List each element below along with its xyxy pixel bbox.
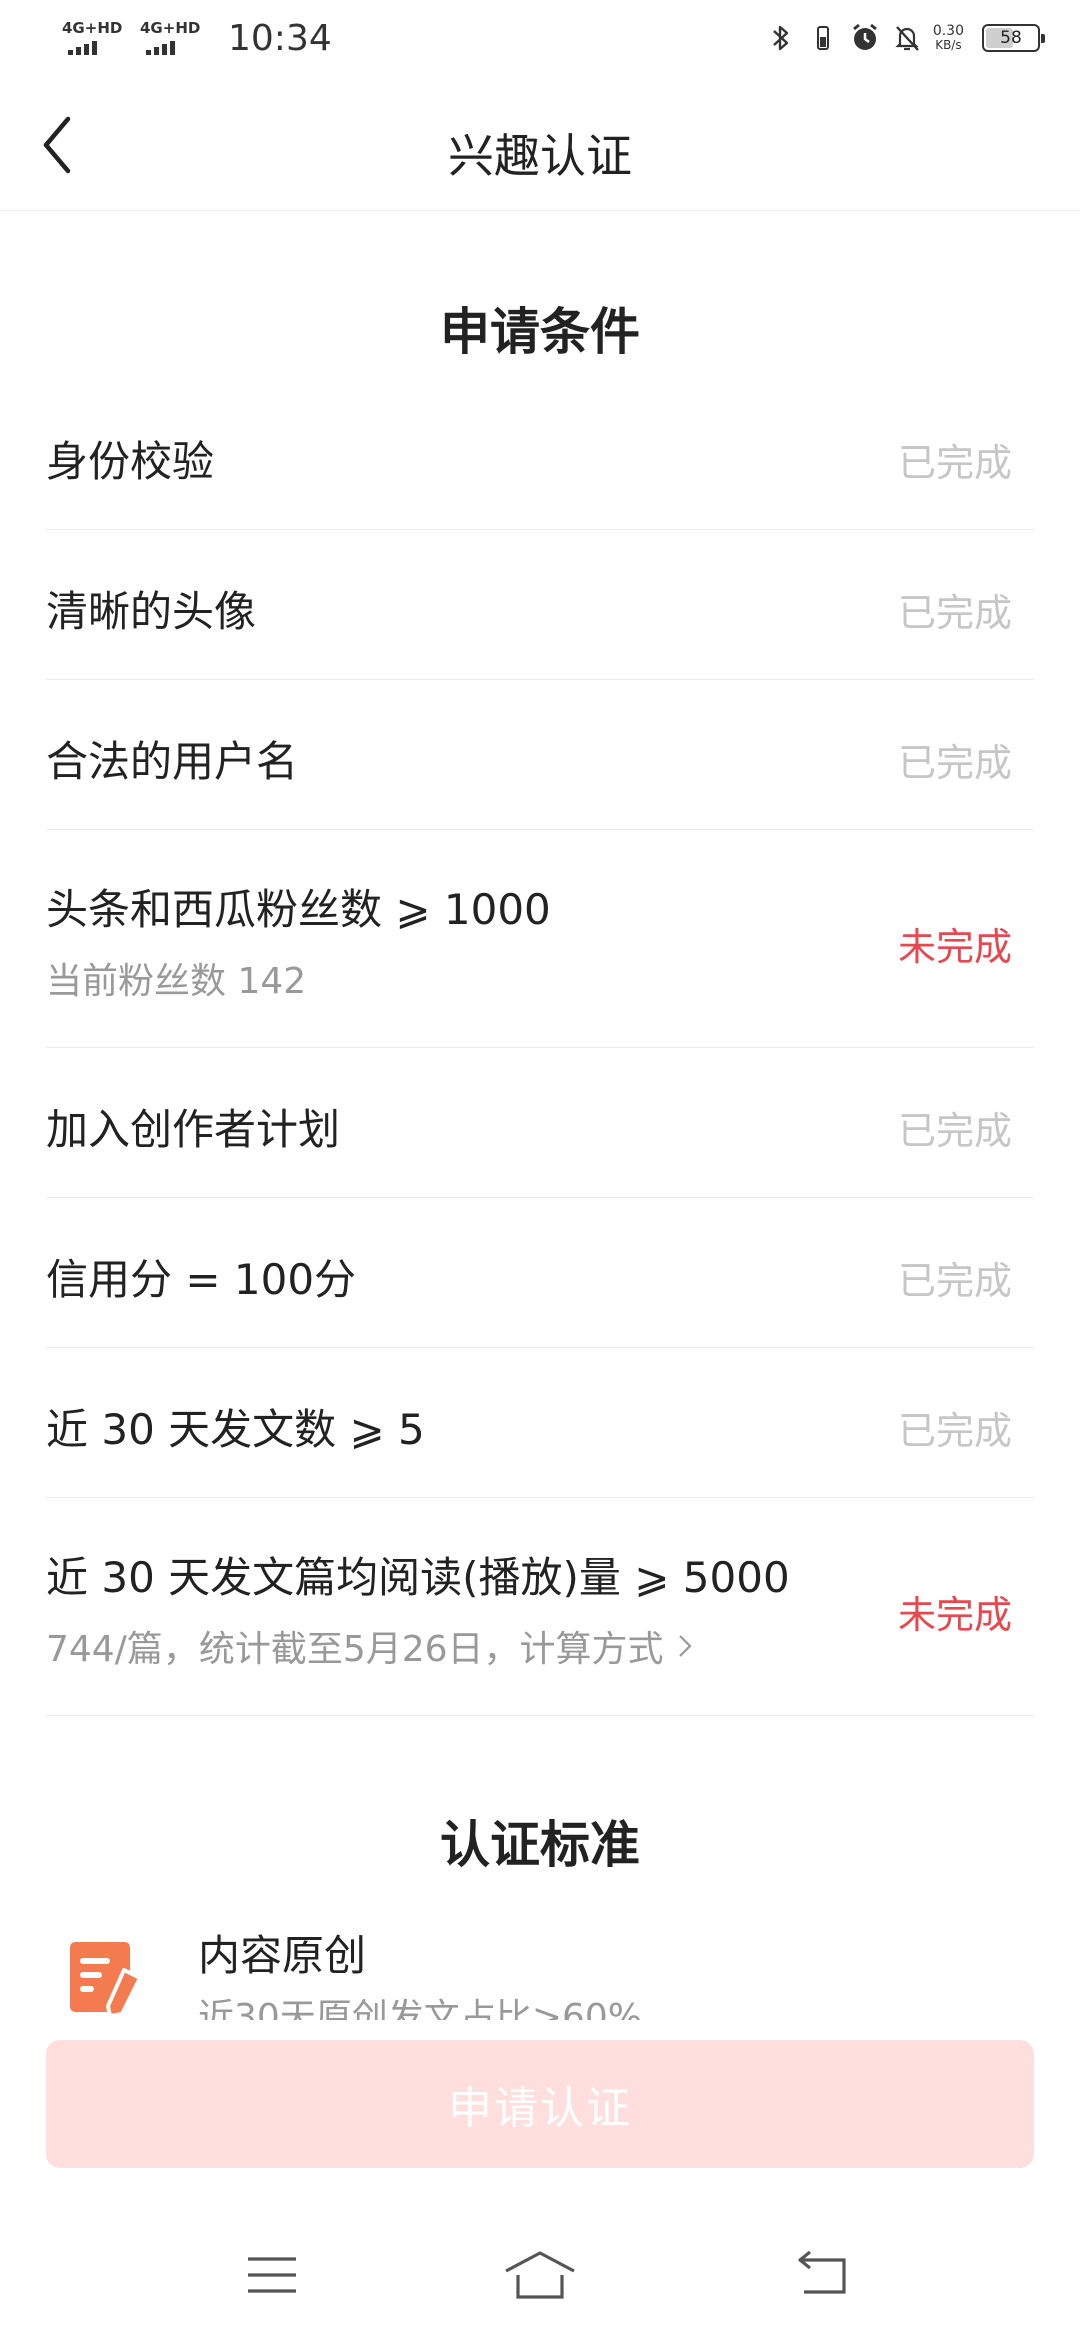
condition-label: 近 30 天发文篇均阅读(播放)量 ⩾ 5000 [46, 1553, 790, 1602]
condition-label: 近 30 天发文数 ⩾ 5 [46, 1405, 425, 1454]
condition-status: 未完成 [897, 925, 1012, 969]
condition-status: 已完成 [897, 1259, 1012, 1303]
condition-row-avatar[interactable]: 清晰的头像 已完成 [46, 530, 1034, 680]
condition-label: 合法的用户名 [46, 737, 299, 786]
screen: 4G+HD 4G+HD 10:34 0.30 KB/s 58 兴趣认证 申请条件… [0, 0, 1080, 2340]
apply-certification-button[interactable]: 申请认证 [46, 2040, 1034, 2168]
condition-label: 信用分 = 100分 [46, 1255, 357, 1304]
system-nav-bar [0, 2200, 1080, 2340]
condition-row-avg-reads[interactable]: 近 30 天发文篇均阅读(播放)量 ⩾ 5000 744/篇，统计截至5月26日… [46, 1498, 1034, 1716]
condition-label: 身份校验 [46, 437, 215, 486]
apply-button-label: 申请认证 [448, 2083, 632, 2134]
scroll-content: 申请条件 身份校验 已完成 清晰的头像 已完成 合法的用户名 已完成 头条和西瓜… [0, 0, 1080, 2020]
menu-icon [248, 2257, 296, 2293]
condition-row-post-count[interactable]: 近 30 天发文数 ⩾ 5 已完成 [46, 1348, 1034, 1498]
condition-row-identity[interactable]: 身份校验 已完成 [46, 380, 1034, 530]
standards-section-title: 认证标准 [440, 1816, 640, 1874]
menu-button[interactable] [232, 2245, 312, 2305]
home-button[interactable] [500, 2245, 580, 2305]
standard-item-original-content: 内容原创 近30天原创发文占比⩾60% [46, 1910, 1034, 2020]
condition-subtext: 744/篇，统计截至5月26日，计算方式 [46, 1620, 692, 1672]
condition-status: 已完成 [897, 591, 1012, 635]
chevron-right-icon [678, 1635, 692, 1657]
condition-label: 加入创作者计划 [46, 1105, 341, 1154]
condition-row-creator-plan[interactable]: 加入创作者计划 已完成 [46, 1048, 1034, 1198]
condition-status: 未完成 [897, 1593, 1012, 1637]
home-icon [505, 2251, 575, 2299]
condition-status: 已完成 [897, 741, 1012, 785]
standard-description: 近30天原创发文占比⩾60% [198, 1997, 642, 2020]
condition-status: 已完成 [897, 1409, 1012, 1453]
condition-row-followers[interactable]: 头条和西瓜粉丝数 ⩾ 1000 当前粉丝数 142 未完成 [46, 830, 1034, 1048]
condition-status: 已完成 [897, 1109, 1012, 1153]
follower-count-text: 当前粉丝数 142 [46, 961, 307, 1002]
condition-subtext: 当前粉丝数 142 [46, 952, 306, 1004]
condition-row-credit-score[interactable]: 信用分 = 100分 已完成 [46, 1198, 1034, 1348]
condition-row-username[interactable]: 合法的用户名 已完成 [46, 680, 1034, 830]
condition-status: 已完成 [897, 441, 1012, 485]
back-icon [798, 2250, 846, 2294]
back-nav-button[interactable] [784, 2245, 864, 2305]
edit-document-icon [70, 1942, 142, 2018]
calculation-method-link[interactable]: 744/篇，统计截至5月26日，计算方式 [46, 1620, 664, 1672]
conditions-list: 身份校验 已完成 清晰的头像 已完成 合法的用户名 已完成 头条和西瓜粉丝数 ⩾… [46, 380, 1034, 1716]
condition-label: 头条和西瓜粉丝数 ⩾ 1000 [46, 885, 551, 934]
conditions-section-title: 申请条件 [440, 303, 640, 361]
standard-title: 内容原创 [198, 1931, 367, 1980]
condition-label: 清晰的头像 [46, 587, 257, 636]
